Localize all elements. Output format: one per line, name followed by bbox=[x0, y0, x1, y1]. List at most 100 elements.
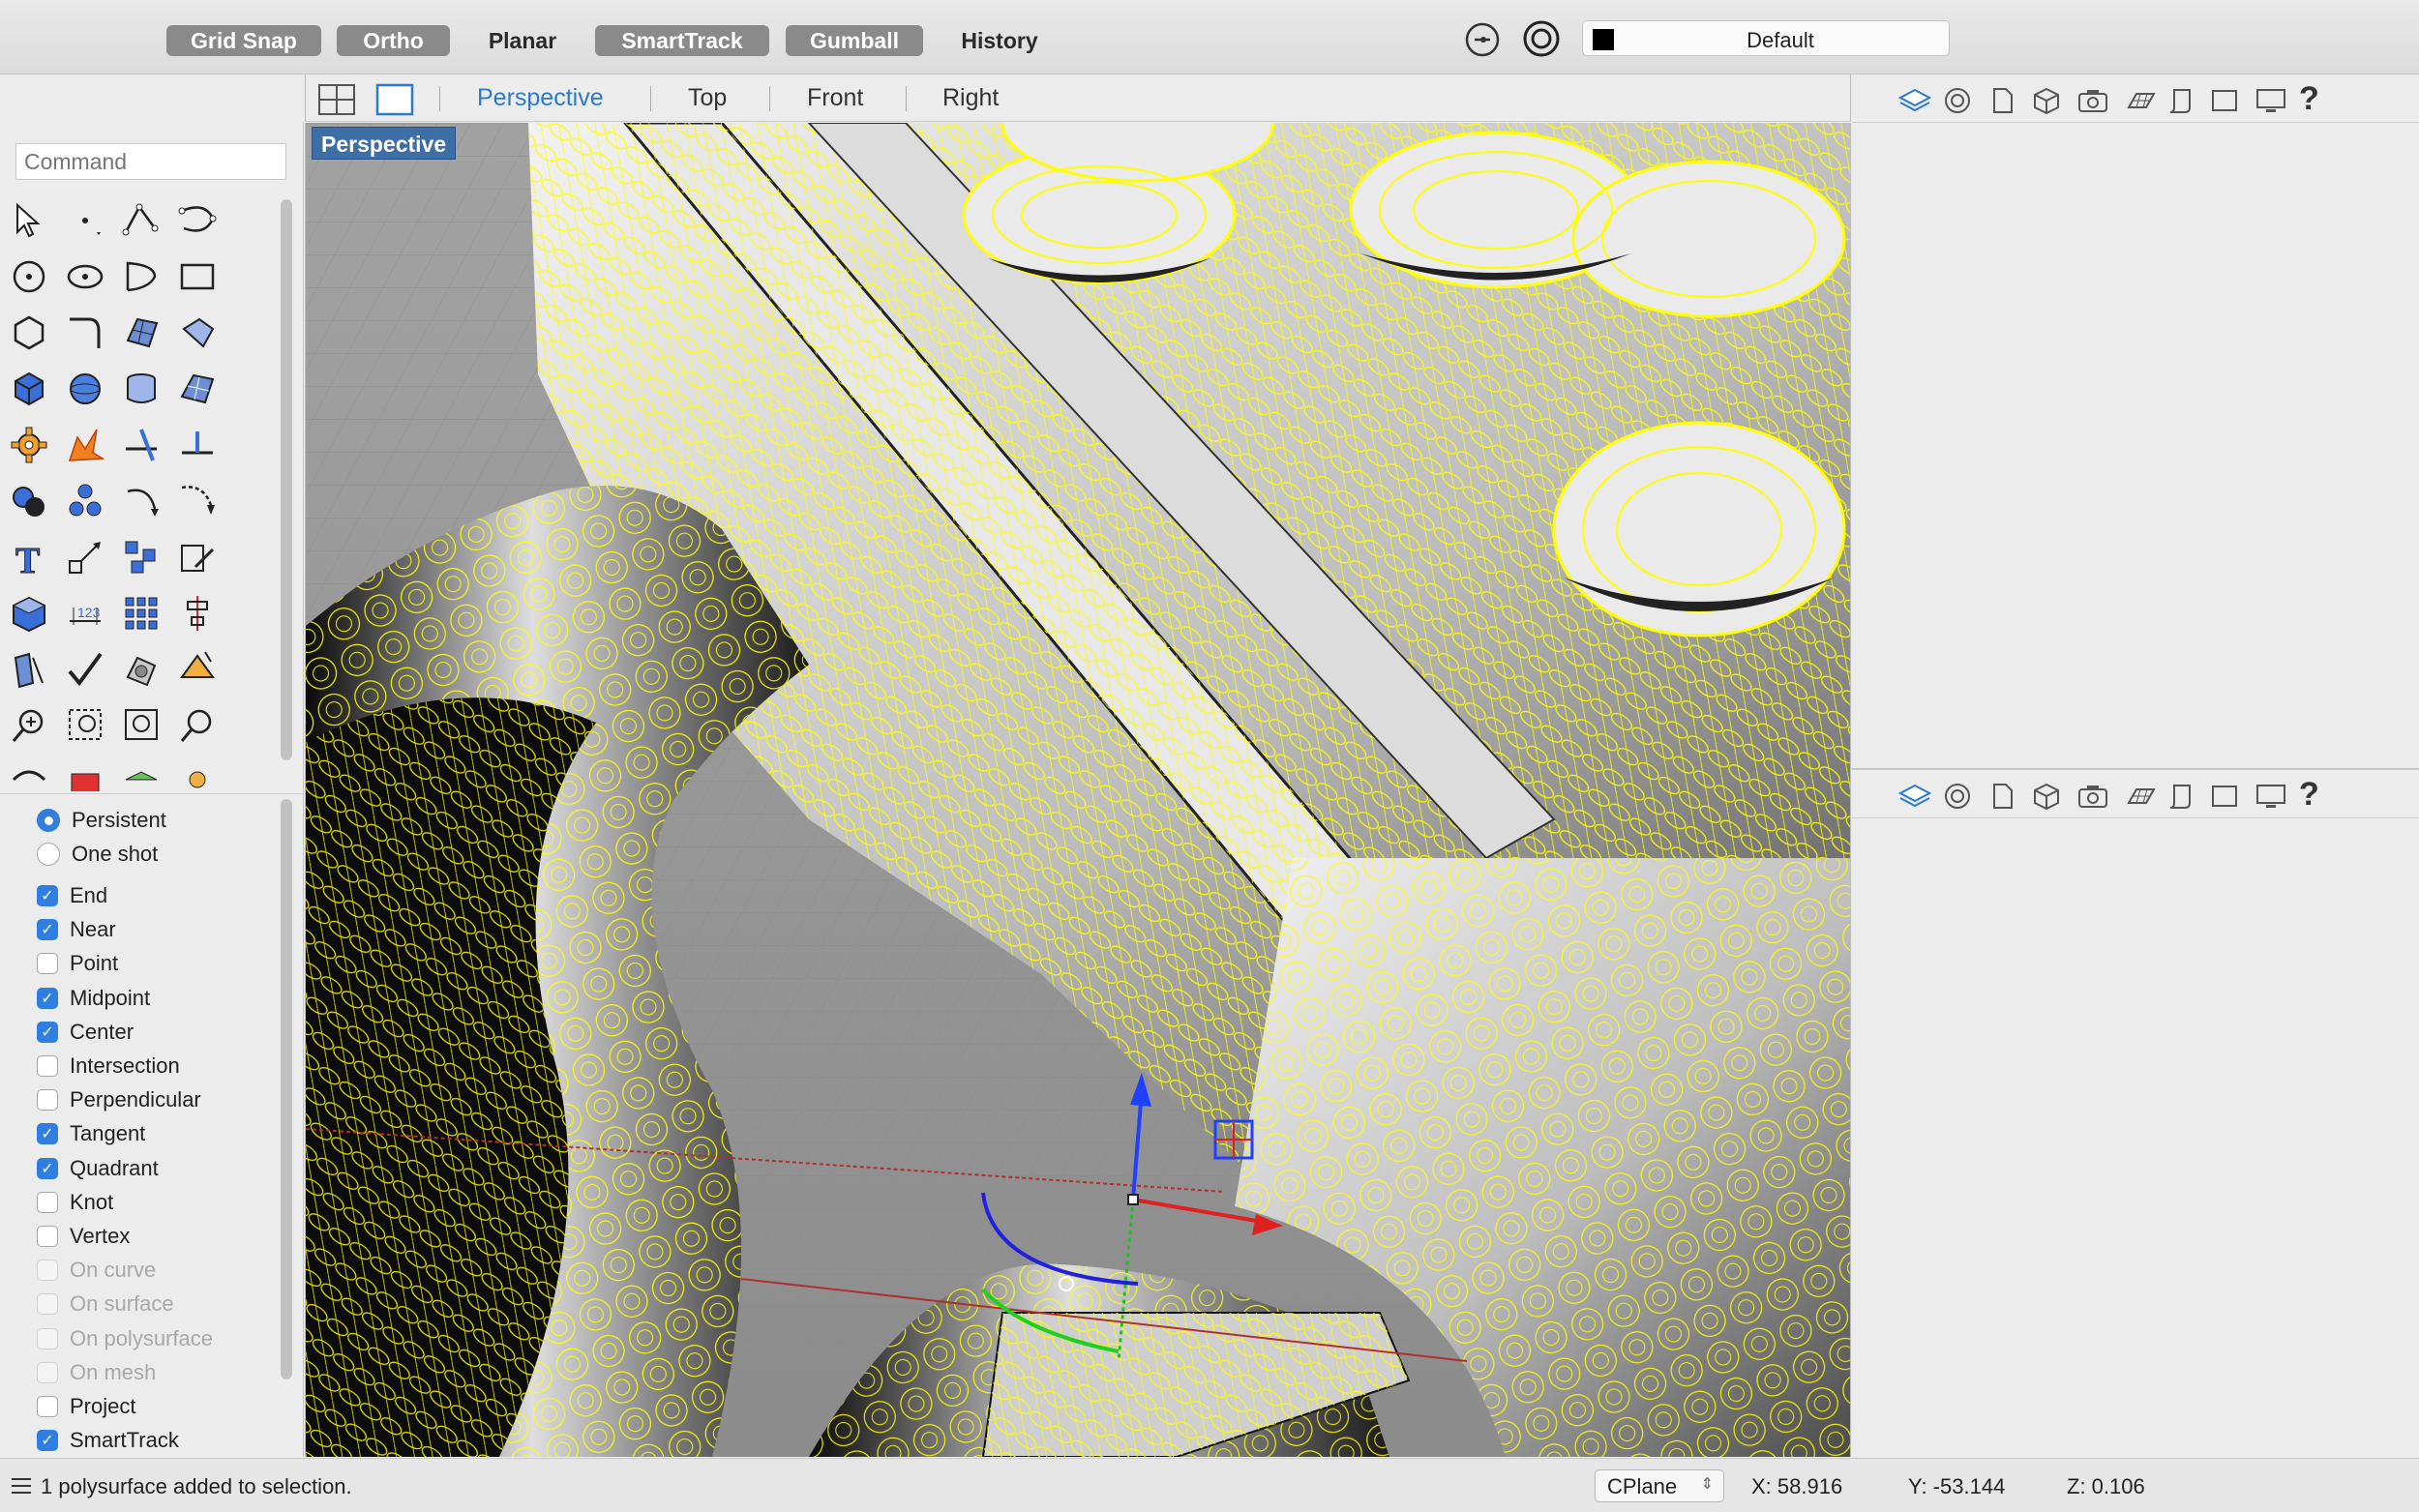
help-icon[interactable]: ? bbox=[2299, 776, 2319, 814]
checkbox[interactable] bbox=[37, 1055, 58, 1077]
fillet-curve-icon[interactable] bbox=[64, 311, 108, 356]
osnap-midpoint[interactable]: ✓ Midpoint bbox=[37, 984, 150, 1013]
select-arrow-icon[interactable] bbox=[8, 199, 52, 244]
mesh-icon[interactable] bbox=[176, 368, 221, 412]
dimension-icon[interactable]: 123 bbox=[64, 592, 108, 637]
box-icon[interactable] bbox=[8, 368, 52, 412]
display-icon[interactable] bbox=[2255, 782, 2285, 811]
tab-front[interactable]: Front bbox=[807, 84, 863, 112]
grid-array-icon[interactable] bbox=[120, 592, 164, 637]
bend-icon[interactable] bbox=[176, 480, 221, 524]
viewport-icon[interactable] bbox=[2210, 782, 2239, 811]
target-icon[interactable] bbox=[1522, 19, 1561, 58]
perspective-viewport[interactable]: Perspective bbox=[305, 123, 1851, 1457]
osnap-project[interactable]: Project bbox=[37, 1392, 135, 1421]
gear-icon[interactable] bbox=[8, 424, 52, 468]
tab-top[interactable]: Top bbox=[688, 84, 727, 112]
layers-icon[interactable] bbox=[1897, 86, 1932, 115]
edit-icon[interactable] bbox=[176, 536, 221, 580]
tab-perspective[interactable]: Perspective bbox=[477, 84, 604, 112]
ortho-button[interactable]: Ortho bbox=[337, 25, 450, 56]
help-icon[interactable]: ? bbox=[2299, 80, 2319, 118]
object-icon[interactable] bbox=[2032, 782, 2061, 811]
boolean-split-icon[interactable] bbox=[64, 480, 108, 524]
osnap-mode-persistent[interactable]: Persistent bbox=[37, 806, 166, 835]
polygon-icon[interactable] bbox=[8, 311, 52, 356]
grid-snap-button[interactable]: Grid Snap bbox=[166, 25, 321, 56]
circle-icon[interactable] bbox=[8, 255, 52, 300]
explode-icon[interactable] bbox=[64, 424, 108, 468]
command-input[interactable] bbox=[15, 143, 286, 180]
delete-icon[interactable] bbox=[64, 760, 108, 791]
grid-icon[interactable] bbox=[2125, 86, 2156, 115]
split-icon[interactable] bbox=[176, 424, 221, 468]
checkbox[interactable]: ✓ bbox=[37, 885, 58, 906]
object-icon[interactable] bbox=[2032, 86, 2061, 115]
osnap-mode-one-shot[interactable]: One shot bbox=[37, 840, 158, 869]
checkbox[interactable]: ✓ bbox=[37, 1021, 58, 1043]
checkbox[interactable] bbox=[37, 1396, 58, 1417]
pan-icon[interactable] bbox=[8, 760, 52, 791]
layer-dropdown[interactable]: Default bbox=[1582, 20, 1950, 56]
four-viewports-icon[interactable] bbox=[317, 83, 356, 116]
material-icon[interactable] bbox=[176, 648, 221, 693]
gumball-button[interactable]: Gumball bbox=[786, 25, 923, 56]
cplane-dropdown[interactable]: CPlane ⇕ bbox=[1595, 1469, 1724, 1502]
osnap-knot[interactable]: Knot bbox=[37, 1188, 113, 1217]
solid-box-icon[interactable] bbox=[8, 592, 52, 637]
zoom-window-icon[interactable] bbox=[64, 704, 108, 749]
camera-icon[interactable] bbox=[2076, 782, 2107, 811]
command-history-icon[interactable] bbox=[10, 1476, 33, 1496]
tool-palette-scrollbar[interactable] bbox=[281, 199, 292, 760]
sphere-icon[interactable] bbox=[64, 368, 108, 412]
ellipse-icon[interactable] bbox=[64, 255, 108, 300]
camera-icon[interactable] bbox=[2076, 86, 2107, 115]
scale-icon[interactable] bbox=[64, 536, 108, 580]
osnap-quadrant[interactable]: ✓ Quadrant bbox=[37, 1154, 159, 1183]
extrude-surface-icon[interactable] bbox=[176, 311, 221, 356]
arc-icon[interactable] bbox=[120, 255, 164, 300]
viewport-label[interactable]: Perspective bbox=[312, 127, 457, 160]
notes-icon[interactable] bbox=[2166, 86, 2195, 115]
render-icon[interactable] bbox=[120, 648, 164, 693]
boolean-union-icon[interactable] bbox=[8, 480, 52, 524]
align-icon[interactable] bbox=[176, 592, 221, 637]
zoom-extents-icon[interactable] bbox=[120, 704, 164, 749]
cylinder-icon[interactable] bbox=[120, 368, 164, 412]
curve-icon[interactable] bbox=[176, 199, 221, 244]
rotate-icon[interactable] bbox=[120, 480, 164, 524]
texture-icon[interactable] bbox=[120, 760, 164, 791]
surface-icon[interactable] bbox=[120, 311, 164, 356]
analyze-icon[interactable] bbox=[8, 648, 52, 693]
material-icon[interactable] bbox=[1943, 782, 1972, 811]
osnap-point[interactable]: Point bbox=[37, 949, 118, 978]
checkbox[interactable]: ✓ bbox=[37, 1430, 58, 1452]
radio-button[interactable] bbox=[37, 809, 60, 832]
checkbox[interactable] bbox=[37, 1226, 58, 1247]
osnap-center[interactable]: ✓ Center bbox=[37, 1018, 134, 1047]
tab-right[interactable]: Right bbox=[942, 84, 999, 112]
material-icon[interactable] bbox=[1943, 86, 1972, 115]
osnap-intersection[interactable]: Intersection bbox=[37, 1052, 180, 1081]
osnap-smarttrack[interactable]: ✓ SmartTrack bbox=[37, 1426, 179, 1455]
point-icon[interactable] bbox=[64, 199, 108, 244]
osnap-end[interactable]: ✓ End bbox=[37, 881, 107, 910]
planar-button[interactable]: Planar bbox=[466, 25, 579, 56]
radio-button[interactable] bbox=[37, 843, 60, 866]
checkbox[interactable] bbox=[37, 1191, 58, 1213]
smarttrack-button[interactable]: SmartTrack bbox=[595, 25, 769, 56]
osnap-vertex[interactable]: Vertex bbox=[37, 1222, 130, 1251]
filter-icon[interactable] bbox=[1464, 21, 1501, 58]
light-icon[interactable] bbox=[176, 760, 221, 791]
grid-icon[interactable] bbox=[2125, 782, 2156, 811]
notes-icon[interactable] bbox=[2166, 782, 2195, 811]
check-icon[interactable] bbox=[64, 648, 108, 693]
osnap-perpendicular[interactable]: Perpendicular bbox=[37, 1085, 201, 1114]
single-viewport-icon[interactable] bbox=[375, 83, 414, 116]
osnap-near[interactable]: ✓ Near bbox=[37, 915, 116, 944]
checkbox[interactable] bbox=[37, 953, 58, 975]
display-icon[interactable] bbox=[2255, 86, 2285, 115]
array-icon[interactable] bbox=[120, 536, 164, 580]
text-icon[interactable]: T bbox=[8, 536, 52, 582]
document-icon[interactable] bbox=[1987, 86, 2016, 115]
